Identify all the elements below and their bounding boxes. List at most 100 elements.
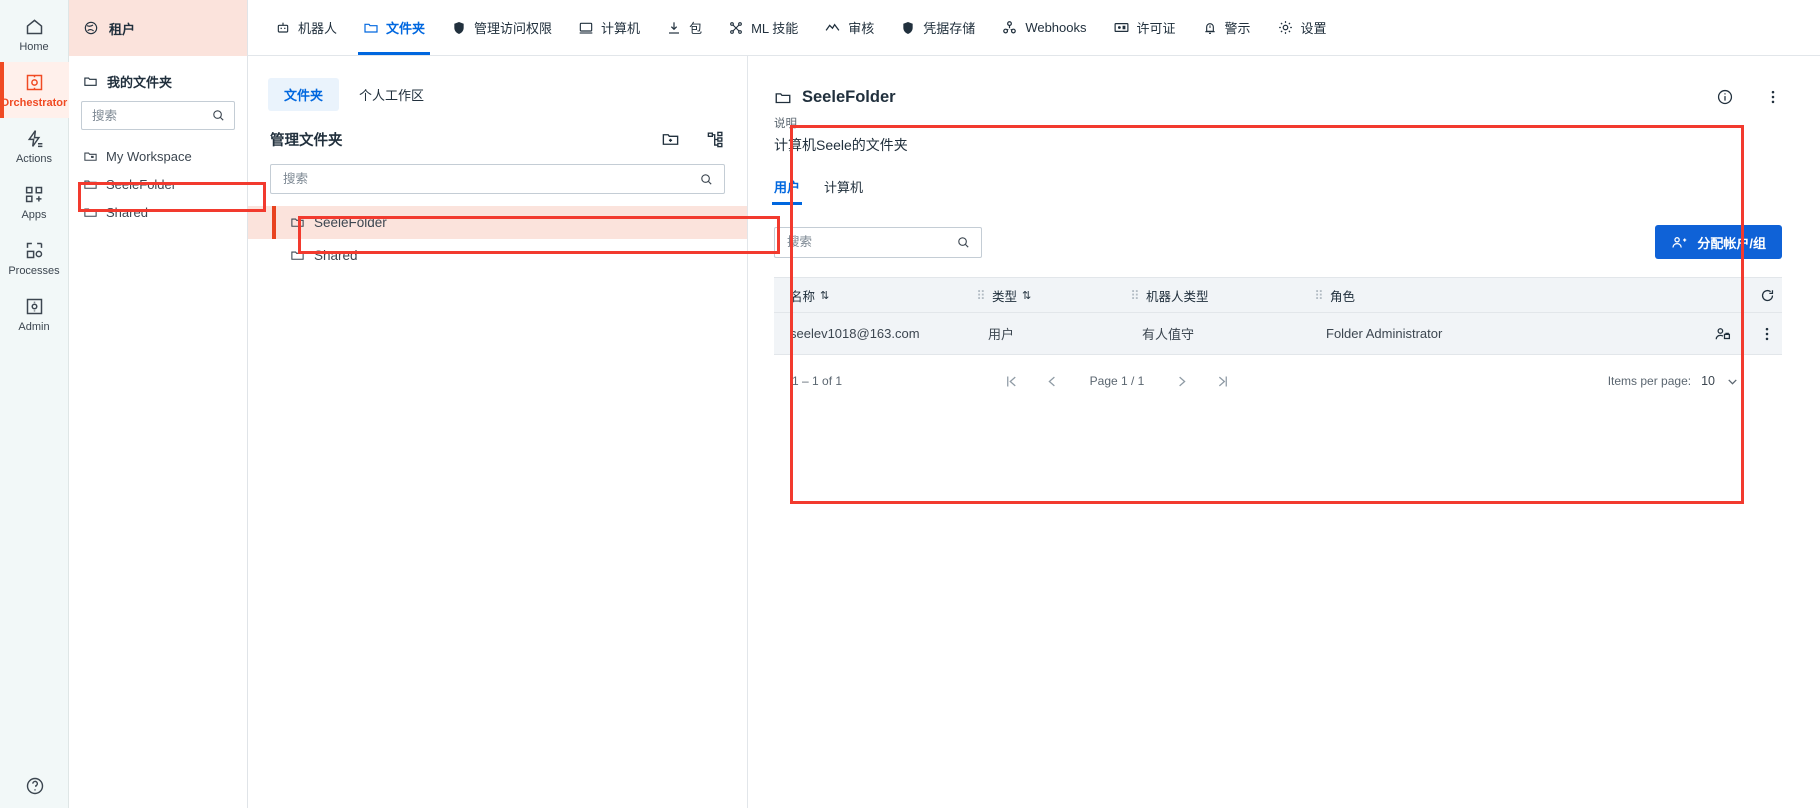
rail-item-actions[interactable]: Actions xyxy=(0,118,69,174)
users-table: 名称 ⇅ 类型 ⇅ 机器人类型 xyxy=(774,277,1782,407)
tenant-label: 租户 xyxy=(109,21,136,37)
edit-user-icon[interactable] xyxy=(1714,325,1732,343)
detail-tab-machines[interactable]: 计算机 xyxy=(824,177,863,205)
tree-item-label: SeeleFolder xyxy=(106,176,177,192)
tab-credential-stores[interactable]: 凭据存储 xyxy=(887,0,988,55)
tab-robots[interactable]: 机器人 xyxy=(262,0,350,55)
detail-tab-label: 用户 xyxy=(774,180,801,195)
folder-tree: My Workspace SeeleFolder Shared xyxy=(69,142,247,226)
tab-folders[interactable]: 文件夹 xyxy=(350,0,438,55)
prev-page-icon[interactable] xyxy=(1045,374,1060,389)
rail-label: Apps xyxy=(21,208,47,221)
folder-row-shared[interactable]: Shared xyxy=(248,239,747,272)
sort-icon[interactable]: ⇅ xyxy=(820,289,829,302)
tab-label: 凭据存储 xyxy=(923,21,976,36)
first-page-icon[interactable] xyxy=(1004,374,1019,389)
detail-tab-label: 计算机 xyxy=(824,180,864,195)
admin-icon xyxy=(24,296,45,318)
subtab-folders[interactable]: 文件夹 xyxy=(268,78,340,111)
column-header-role[interactable]: 角色 xyxy=(1326,286,1672,305)
primary-nav-rail: Home Orchestrator Actions Apps Processes xyxy=(0,0,69,808)
tab-packages[interactable]: 包 xyxy=(653,0,715,55)
tab-settings[interactable]: 设置 xyxy=(1264,0,1340,55)
column-header-type[interactable]: 类型 ⇅ xyxy=(988,286,1128,305)
column-resize-handle[interactable] xyxy=(1128,288,1142,303)
cell-name: seelev1018@163.com xyxy=(790,326,920,341)
apps-icon xyxy=(24,184,45,206)
folders-list: SeeleFolder Shared xyxy=(248,206,747,272)
rail-item-orchestrator[interactable]: Orchestrator xyxy=(0,62,69,118)
assign-accounts-button[interactable]: 分配帐户/组 xyxy=(1655,225,1782,259)
rail-label: Actions xyxy=(15,152,53,165)
sidebar-search-input[interactable] xyxy=(90,107,211,124)
shield-icon xyxy=(451,20,467,36)
search-icon[interactable] xyxy=(699,172,714,187)
tab-alerts[interactable]: 警示 xyxy=(1189,0,1264,55)
search-icon[interactable] xyxy=(211,108,226,123)
add-folder-icon[interactable] xyxy=(661,130,680,149)
pagination-count: 1 – 1 of 1 xyxy=(792,374,843,388)
pagination-nav: Page 1 / 1 xyxy=(1004,374,1230,389)
last-page-icon[interactable] xyxy=(1215,374,1230,389)
column-header-robot-type[interactable]: 机器人类型 xyxy=(1142,286,1312,305)
items-per-page-label: Items per page: xyxy=(1607,374,1692,388)
detail-tab-users[interactable]: 用户 xyxy=(771,177,803,205)
next-page-icon[interactable] xyxy=(1174,374,1189,389)
folders-search[interactable] xyxy=(270,164,725,194)
subtab-personal-workspace[interactable]: 个人工作区 xyxy=(343,78,440,111)
tab-licenses[interactable]: 许可证 xyxy=(1100,0,1189,55)
tab-audit[interactable]: 审核 xyxy=(811,0,887,55)
download-package-icon xyxy=(666,20,682,36)
main-area: 机器人 文件夹 管理访问权限 计算机 包 ML 技能 审核 凭据存储 Webho… xyxy=(248,0,1820,808)
audit-chart-icon xyxy=(824,19,841,36)
chevron-down-icon[interactable] xyxy=(1725,374,1740,389)
column-resize-handle[interactable] xyxy=(974,288,988,303)
tree-item-shared[interactable]: Shared xyxy=(69,198,247,226)
tree-item-seelefolder[interactable]: SeeleFolder xyxy=(69,170,247,198)
orchestrator-folders-page: Home Orchestrator Actions Apps Processes xyxy=(0,0,1820,808)
rail-item-processes[interactable]: Processes xyxy=(0,230,69,286)
tenant-selector[interactable]: 租户 xyxy=(69,0,247,56)
help-circle-icon xyxy=(25,776,45,796)
rail-item-admin[interactable]: Admin xyxy=(0,286,69,342)
description-value: 计算机Seele的文件夹 xyxy=(774,137,908,153)
folder-hierarchy-icon[interactable] xyxy=(706,130,725,149)
orchestrator-tabs: 机器人 文件夹 管理访问权限 计算机 包 ML 技能 审核 凭据存储 Webho… xyxy=(248,0,1820,56)
rail-label: Admin xyxy=(18,320,50,333)
assign-accounts-label: 分配帐户/组 xyxy=(1697,235,1766,251)
sort-icon[interactable]: ⇅ xyxy=(1022,289,1031,302)
help-button[interactable] xyxy=(0,768,69,804)
tab-ml-skills[interactable]: ML 技能 xyxy=(715,0,811,55)
actions-icon xyxy=(24,128,45,150)
pagination-page-label: Page 1 / 1 xyxy=(1089,374,1145,388)
cell-robot-type: 有人值守 xyxy=(1142,327,1195,342)
tree-item-my-workspace[interactable]: My Workspace xyxy=(69,142,247,170)
tab-manage-access[interactable]: 管理访问权限 xyxy=(438,0,565,55)
info-circle-icon[interactable] xyxy=(1716,88,1734,106)
detail-tabs: 用户 计算机 xyxy=(771,177,1782,205)
cell-type: 用户 xyxy=(988,327,1015,342)
tenant-sidebar: 租户 我的文件夹 My Workspace xyxy=(69,0,248,808)
tab-machines[interactable]: 计算机 xyxy=(565,0,653,55)
search-icon[interactable] xyxy=(956,235,971,250)
more-vertical-icon[interactable] xyxy=(1758,325,1776,343)
cell-role: Folder Administrator xyxy=(1326,326,1443,341)
folder-row-seelefolder[interactable]: SeeleFolder xyxy=(248,206,747,239)
column-resize-handle[interactable] xyxy=(1312,288,1326,303)
column-header-name[interactable]: 名称 ⇅ xyxy=(774,286,974,305)
more-vertical-icon[interactable] xyxy=(1764,88,1782,106)
shield-credentials-icon xyxy=(900,20,916,36)
users-search[interactable] xyxy=(774,226,982,258)
folder-icon xyxy=(83,205,98,220)
folder-row-label: Shared xyxy=(314,248,358,263)
users-search-input[interactable] xyxy=(785,234,956,250)
table-row[interactable]: seelev1018@163.com 用户 有人值守 Folder Admini… xyxy=(774,313,1782,355)
rail-item-home[interactable]: Home xyxy=(0,6,69,62)
sidebar-search[interactable] xyxy=(81,101,235,130)
folder-detail-pane: SeeleFolder 说明 计算机Seele的文件夹 用户 计算机 搜索 分配… xyxy=(748,56,1820,808)
rail-item-apps[interactable]: Apps xyxy=(0,174,69,230)
refresh-icon[interactable] xyxy=(1759,287,1776,304)
items-per-page[interactable]: Items per page: 10 xyxy=(1608,374,1782,389)
tab-webhooks[interactable]: Webhooks xyxy=(988,0,1099,55)
folders-search-input[interactable] xyxy=(281,171,699,187)
